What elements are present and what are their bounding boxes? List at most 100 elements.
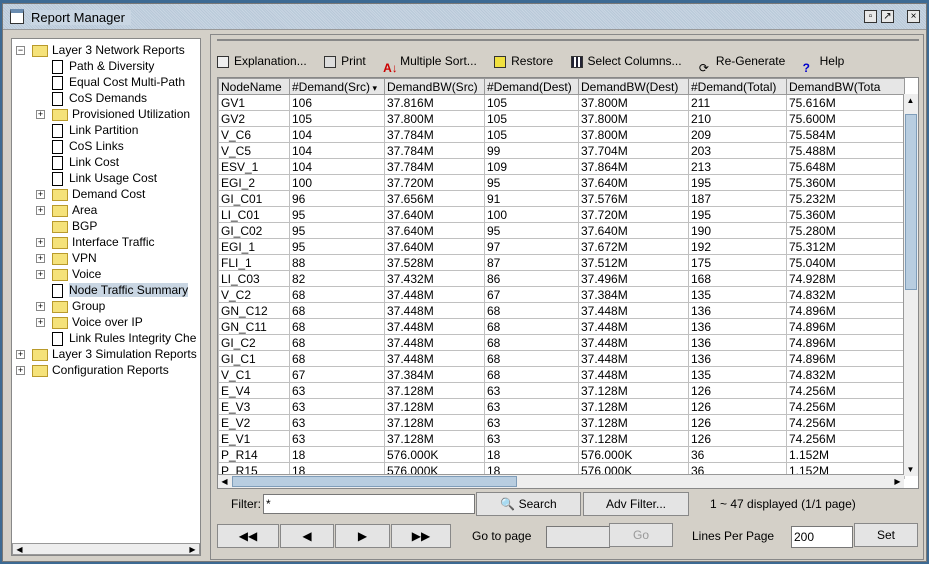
- explanation-button[interactable]: Explanation...: [217, 49, 307, 73]
- tree-item[interactable]: Area: [52, 202, 97, 218]
- table-row[interactable]: FLI_1 88 37.528M 87 37.512M 175 75.040M: [218, 254, 905, 271]
- prev-page-button[interactable]: ◀: [280, 524, 334, 548]
- tree-horizontal-scrollbar[interactable]: ◀ ▶: [12, 543, 200, 555]
- goto-page-input[interactable]: [546, 526, 610, 548]
- column-header[interactable]: #Demand(Total): [688, 78, 787, 95]
- table-row[interactable]: V_C5 104 37.784M 99 37.704M 203 75.488M: [218, 142, 905, 159]
- tree-item[interactable]: CoS Links: [52, 138, 124, 154]
- tree-item[interactable]: Link Rules Integrity Che: [52, 330, 196, 346]
- table-row[interactable]: P_R14 18 576.000K 18 576.000K 36 1.152M: [218, 446, 905, 463]
- table-cell: 37.672M: [578, 238, 689, 255]
- search-button[interactable]: 🔍 Search: [476, 492, 581, 516]
- tree-item[interactable]: Voice over IP: [52, 314, 143, 330]
- table-row[interactable]: V_C6 104 37.784M 105 37.800M 209 75.584M: [218, 126, 905, 143]
- expand-icon[interactable]: +: [16, 350, 25, 359]
- expand-icon[interactable]: +: [36, 206, 45, 215]
- tree-item[interactable]: Path & Diversity: [52, 58, 154, 74]
- table-horizontal-scrollbar[interactable]: ◀ ▶: [218, 474, 904, 488]
- expand-icon[interactable]: +: [36, 190, 45, 199]
- last-page-button[interactable]: ▶▶: [391, 524, 451, 548]
- tree-item[interactable]: Link Cost: [52, 154, 119, 170]
- tree-item[interactable]: Equal Cost Multi-Path: [52, 74, 185, 90]
- table-cell: E_V4: [218, 382, 290, 399]
- table-cell: E_V3: [218, 398, 290, 415]
- help-button[interactable]: ? Help: [803, 49, 845, 75]
- expand-icon[interactable]: +: [36, 302, 45, 311]
- table-cell: FLI_1: [218, 254, 290, 271]
- tree-item[interactable]: Demand Cost: [52, 186, 145, 202]
- tree-item[interactable]: Configuration Reports: [32, 362, 169, 378]
- expand-icon[interactable]: +: [36, 270, 45, 279]
- table-row[interactable]: GI_C2 68 37.448M 68 37.448M 136 74.896M: [218, 334, 905, 351]
- table-row[interactable]: GN_C12 68 37.448M 68 37.448M 136 74.896M: [218, 302, 905, 319]
- table-cell: LI_C03: [218, 270, 290, 287]
- column-header[interactable]: NodeName: [218, 78, 290, 95]
- tree-item[interactable]: BGP: [52, 218, 97, 234]
- minimize-icon[interactable]: ▫: [864, 10, 877, 23]
- goto-page-label: Go to page: [472, 529, 532, 543]
- table-row[interactable]: EGI_2 100 37.720M 95 37.640M 195 75.360M: [218, 174, 905, 191]
- table-cell: 100: [289, 174, 385, 191]
- document-icon: [52, 91, 63, 106]
- column-header[interactable]: #Demand(Dest): [484, 78, 579, 95]
- table-row[interactable]: GV2 105 37.800M 105 37.800M 210 75.600M: [218, 110, 905, 127]
- expand-icon[interactable]: +: [16, 366, 25, 375]
- scrollbar-thumb[interactable]: [232, 476, 517, 487]
- table-row[interactable]: GI_C1 68 37.448M 68 37.448M 136 74.896M: [218, 350, 905, 367]
- expand-icon[interactable]: +: [36, 254, 45, 263]
- table-row[interactable]: E_V1 63 37.128M 63 37.128M 126 74.256M: [218, 430, 905, 447]
- table-row[interactable]: LI_C03 82 37.432M 86 37.496M 168 74.928M: [218, 270, 905, 287]
- tree-item[interactable]: CoS Demands: [52, 90, 147, 106]
- table-row[interactable]: E_V4 63 37.128M 63 37.128M 126 74.256M: [218, 382, 905, 399]
- table-row[interactable]: LI_C01 95 37.640M 100 37.720M 195 75.360M: [218, 206, 905, 223]
- expand-icon[interactable]: +: [36, 110, 45, 119]
- restore-button[interactable]: Restore: [494, 49, 553, 73]
- table-cell: 37.448M: [384, 286, 485, 303]
- table-row[interactable]: E_V3 63 37.128M 63 37.128M 126 74.256M: [218, 398, 905, 415]
- next-page-button[interactable]: ▶: [335, 524, 390, 548]
- set-button[interactable]: Set: [854, 523, 918, 547]
- filter-input[interactable]: *: [263, 494, 475, 514]
- tree-item[interactable]: Layer 3 Simulation Reports: [32, 346, 197, 362]
- tree-item[interactable]: Layer 3 Network Reports: [32, 42, 185, 58]
- table-row[interactable]: EGI_1 95 37.640M 97 37.672M 192 75.312M: [218, 238, 905, 255]
- tree-item[interactable]: VPN: [52, 250, 97, 266]
- maximize-icon[interactable]: ↗: [881, 10, 894, 23]
- column-header[interactable]: DemandBW(Src): [384, 78, 485, 95]
- tree-item[interactable]: Link Usage Cost: [52, 170, 157, 186]
- first-page-button[interactable]: ◀◀: [217, 524, 279, 548]
- tree-item[interactable]: Interface Traffic: [52, 234, 154, 250]
- lines-per-page-input[interactable]: 200: [791, 526, 853, 548]
- scrollbar-thumb[interactable]: [905, 114, 917, 290]
- go-button[interactable]: Go: [609, 523, 673, 547]
- tree-item[interactable]: Node Traffic Summary: [52, 282, 189, 298]
- column-header[interactable]: DemandBW(Dest): [578, 78, 689, 95]
- table-row[interactable]: GI_C01 96 37.656M 91 37.576M 187 75.232M: [218, 190, 905, 207]
- column-header[interactable]: DemandBW(Tota: [786, 78, 905, 95]
- table-row[interactable]: GV1 106 37.816M 105 37.800M 211 75.616M: [218, 94, 905, 111]
- expand-icon[interactable]: +: [36, 318, 45, 327]
- tree-item[interactable]: Group: [52, 298, 105, 314]
- tree-item[interactable]: Voice: [52, 266, 101, 282]
- multiple-sort-button[interactable]: A↓ Multiple Sort...: [383, 49, 477, 75]
- table-row[interactable]: ESV_1 104 37.784M 109 37.864M 213 75.648M: [218, 158, 905, 175]
- table-row[interactable]: E_V2 63 37.128M 63 37.128M 126 74.256M: [218, 414, 905, 431]
- tree-item[interactable]: Provisioned Utilization: [52, 106, 190, 122]
- table-cell: 105: [484, 126, 579, 143]
- close-icon[interactable]: ×: [907, 10, 920, 23]
- tree-item[interactable]: Link Partition: [52, 122, 138, 138]
- column-header[interactable]: #Demand(Src) ▾: [289, 78, 385, 95]
- table-cell: 97: [484, 238, 579, 255]
- table-vertical-scrollbar[interactable]: ▲ ▼: [903, 94, 918, 476]
- table-cell: GI_C2: [218, 334, 290, 351]
- table-row[interactable]: V_C2 68 37.448M 67 37.384M 135 74.832M: [218, 286, 905, 303]
- select-columns-button[interactable]: Select Columns...: [570, 49, 682, 73]
- print-button[interactable]: Print: [324, 49, 366, 73]
- adv-filter-button[interactable]: Adv Filter...: [583, 492, 689, 516]
- regenerate-button[interactable]: ⟳ Re-Generate: [699, 49, 785, 75]
- expand-icon[interactable]: +: [36, 238, 45, 247]
- table-row[interactable]: V_C1 67 37.384M 68 37.448M 135 74.832M: [218, 366, 905, 383]
- table-row[interactable]: GN_C11 68 37.448M 68 37.448M 136 74.896M: [218, 318, 905, 335]
- collapse-icon[interactable]: −: [16, 46, 25, 55]
- table-row[interactable]: GI_C02 95 37.640M 95 37.640M 190 75.280M: [218, 222, 905, 239]
